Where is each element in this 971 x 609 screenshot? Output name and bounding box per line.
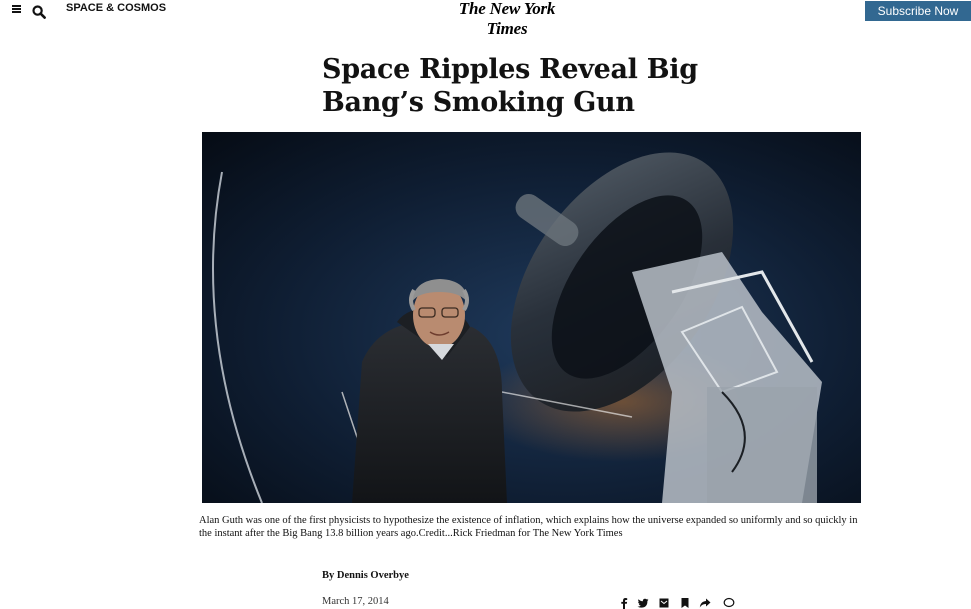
search-icon[interactable] bbox=[32, 5, 46, 19]
comment-icon[interactable] bbox=[723, 597, 735, 609]
byline: By Dennis Overbye bbox=[322, 570, 409, 581]
lead-photo[interactable] bbox=[202, 132, 861, 503]
facebook-icon[interactable] bbox=[618, 597, 630, 609]
email-icon[interactable] bbox=[658, 597, 670, 609]
publish-date: March 17, 2014 bbox=[322, 596, 389, 607]
save-icon[interactable] bbox=[679, 597, 691, 609]
photo-credit: ...Rick Friedman for The New York Times bbox=[444, 528, 623, 539]
article-headline: Space Ripples Reveal Big Bang’s Smoking … bbox=[322, 54, 698, 118]
photo-caption: Alan Guth was one of the first physicist… bbox=[199, 514, 869, 540]
twitter-icon[interactable] bbox=[637, 597, 649, 609]
share-icon[interactable] bbox=[699, 597, 711, 609]
top-bar: SPACE & COSMOS The New York Times Subscr… bbox=[0, 0, 971, 38]
masthead-logo[interactable]: The New York Times bbox=[438, 0, 576, 39]
credit-label: Credit bbox=[418, 528, 445, 539]
byline-author[interactable]: By Dennis Overbye bbox=[322, 570, 409, 581]
subscribe-button[interactable]: Subscribe Now bbox=[865, 1, 971, 21]
menu-icon[interactable] bbox=[12, 5, 21, 13]
section-link[interactable]: SPACE & COSMOS bbox=[66, 2, 166, 14]
